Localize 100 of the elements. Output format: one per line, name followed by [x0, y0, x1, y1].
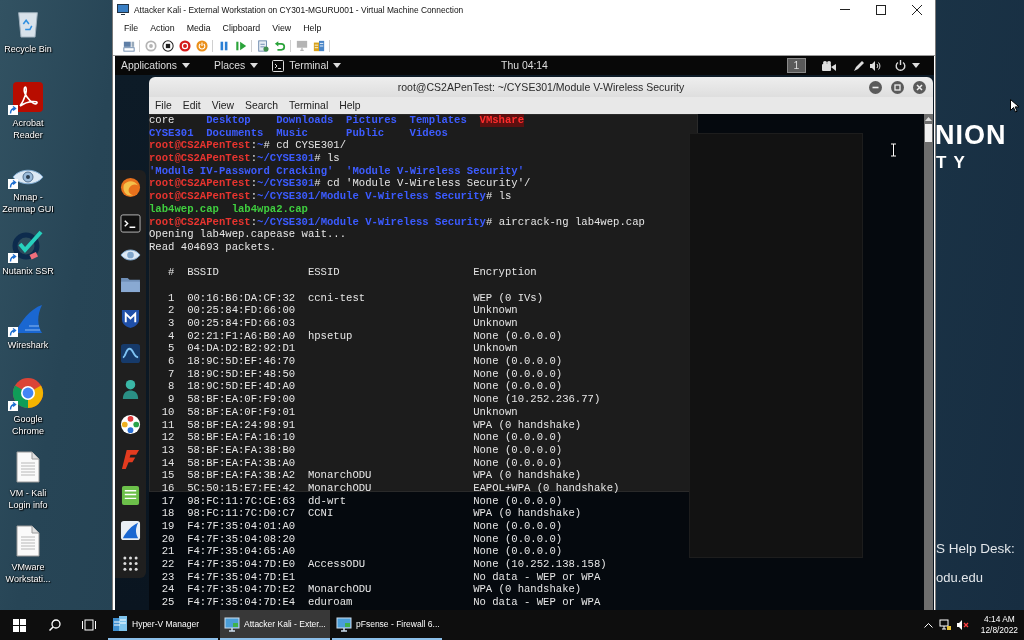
scrollbar-thumb[interactable]: [925, 124, 932, 142]
color-wheel-icon[interactable]: [120, 414, 141, 436]
workspace-indicator[interactable]: 1: [787, 58, 806, 73]
fin-icon[interactable]: [120, 520, 141, 542]
network-icon[interactable]: [938, 619, 951, 631]
monitor-icon: [336, 616, 352, 632]
panel-menu-button[interactable]: Terminal: [272, 59, 342, 72]
encryption-value: None (0.0.0.0): [473, 355, 563, 368]
row-number: 11: [161, 418, 175, 432]
pen-icon[interactable]: [853, 59, 865, 72]
menu-item[interactable]: Terminal: [288, 100, 329, 111]
server-icon[interactable]: [312, 39, 325, 52]
document-icon[interactable]: [15, 525, 41, 557]
minimize-icon[interactable]: [869, 80, 882, 94]
essid-value: CCNI: [307, 507, 334, 520]
menu-item[interactable]: Search: [245, 100, 278, 111]
close-icon[interactable]: [913, 80, 926, 94]
person-icon[interactable]: [120, 378, 141, 400]
scrollbar[interactable]: [924, 114, 933, 610]
terminal-icon: [272, 59, 285, 72]
row-number: 20: [161, 532, 175, 546]
panel-clock[interactable]: Thu 04:14: [501, 60, 548, 71]
caret-icon: [333, 63, 342, 68]
row-number: 19: [161, 520, 175, 533]
orb-icon[interactable]: [120, 177, 141, 199]
power-icon[interactable]: [895, 60, 906, 71]
menu-item[interactable]: File: [155, 100, 172, 111]
directory-name: 'Module IV-Password Cracking': [149, 164, 334, 178]
caret-up-icon[interactable]: [925, 117, 932, 121]
menu-item[interactable]: Media: [186, 22, 211, 33]
stop-icon[interactable]: [161, 39, 174, 52]
directory-name: Desktop: [206, 114, 251, 127]
keyboard-icon[interactable]: [122, 39, 135, 52]
eye-icon[interactable]: [12, 167, 44, 187]
panel-menu-button[interactable]: Applications: [121, 60, 191, 71]
undo-icon[interactable]: [273, 39, 286, 52]
bssid-value: 58:BF:EA:24:98:91: [187, 418, 296, 432]
encryption-value: None (0.0.0.0): [473, 329, 563, 343]
target-icon[interactable]: [178, 39, 191, 52]
segmented-circle-icon[interactable]: [12, 377, 44, 409]
caret-icon[interactable]: [912, 63, 920, 68]
search-icon[interactable]: [49, 619, 61, 631]
row-number: 10: [161, 405, 175, 419]
menu-item[interactable]: File: [124, 22, 139, 33]
maximize-icon[interactable]: [876, 4, 886, 15]
menu-item[interactable]: Edit: [182, 100, 201, 111]
menu-item[interactable]: View: [272, 22, 292, 33]
start-icon[interactable]: [12, 618, 26, 632]
prompt-separator: :: [250, 190, 258, 203]
desktop-icon-label[interactable]: Wireshark: [7, 339, 49, 351]
bssid-value: 98:FC:11:7C:D0:C7: [187, 507, 296, 520]
task-view-icon[interactable]: [82, 619, 96, 631]
desktop-icon-label[interactable]: Google Chrome: [0, 413, 56, 437]
taskbar-app-button[interactable]: Attacker Kali - Exter...: [220, 610, 330, 640]
app-grid-icon[interactable]: [123, 555, 138, 571]
bssid-value: F4:7F:35:04:7D:E0: [187, 558, 296, 571]
shield-icon[interactable]: [121, 307, 140, 329]
encryption-value: None (0.0.0.0): [473, 431, 563, 444]
desktop-icon-label[interactable]: VM - Kali Login info: [0, 487, 56, 511]
close-icon[interactable]: [912, 4, 922, 15]
eye-icon[interactable]: [120, 248, 141, 262]
caret-icon: [182, 63, 191, 68]
desktop-icon-label[interactable]: VMware Workstati...: [0, 561, 56, 585]
chevron-up-icon[interactable]: [923, 622, 933, 628]
prompt-path: ~/CYSE301: [257, 177, 315, 191]
clipboard-icon[interactable]: [256, 39, 269, 52]
row-number: 13: [161, 443, 175, 457]
encryption-value: None (10.252.138.158): [473, 558, 607, 571]
bolt-icon[interactable]: [121, 449, 140, 471]
desktop-icon-label[interactable]: Acrobat Reader: [0, 117, 56, 141]
wave-icon[interactable]: [120, 343, 141, 365]
taskbar-app-button[interactable]: Hyper-V Manager: [108, 610, 218, 640]
folder-icon[interactable]: [120, 276, 141, 294]
wallpaper-web-text: odu.edu: [936, 570, 984, 586]
taskbar-app-button[interactable]: pFsense - Firewall 6...: [332, 610, 442, 640]
desktop-icon-label[interactable]: Nutanix SSR: [2, 265, 54, 277]
prompt-user: root@CS2APenTest: [149, 177, 251, 191]
speaker-muted-icon[interactable]: [956, 620, 969, 630]
menu-item[interactable]: Clipboard: [222, 22, 261, 33]
camera-icon[interactable]: [822, 60, 836, 71]
play-icon[interactable]: [234, 39, 247, 52]
terminal-icon[interactable]: [120, 212, 141, 234]
menu-item[interactable]: Action: [150, 22, 175, 33]
bssid-value: 58:BF:EA:FA:16:10: [187, 431, 296, 444]
check-ring-icon[interactable]: [12, 229, 44, 261]
desktop-icon-label[interactable]: Nmap - Zenmap GUI: [0, 191, 56, 215]
taskbar-date[interactable]: 12/8/2022: [980, 625, 1018, 636]
menu-item[interactable]: View: [211, 100, 234, 111]
document-icon[interactable]: [15, 451, 41, 483]
menu-item[interactable]: Help: [339, 100, 361, 111]
notepad-icon[interactable]: [121, 484, 140, 506]
bssid-value: F4:7F:35:04:7D:E1: [187, 570, 296, 584]
swirl-tile-icon[interactable]: [12, 81, 44, 113]
taskbar-time[interactable]: 4:14 AM: [984, 614, 1015, 625]
speaker-icon[interactable]: [870, 60, 881, 71]
menu-item[interactable]: Help: [303, 22, 322, 33]
row-number: 7: [168, 367, 175, 381]
panel-menu-button[interactable]: Places: [214, 60, 259, 71]
row-number: 16: [161, 481, 175, 495]
desktop-icon-label[interactable]: Recycle Bin: [4, 43, 52, 55]
